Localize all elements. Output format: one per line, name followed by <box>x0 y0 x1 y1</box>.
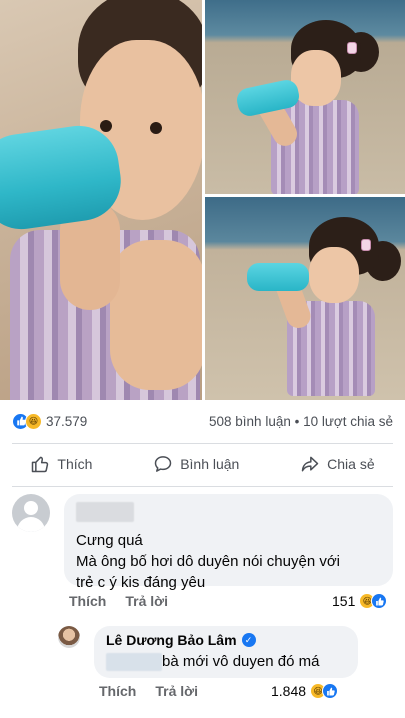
divider <box>12 486 393 487</box>
share-arrow-icon <box>301 456 319 472</box>
comment-reply-link[interactable]: Trả lời <box>125 593 168 609</box>
divider <box>12 443 393 444</box>
comment-bubble: Lê Dương Bảo Lâm ✓ bà mới vô duyen đó má <box>94 626 358 678</box>
comment-reactions[interactable]: 151 😆 <box>332 593 388 609</box>
hair-clip-icon <box>361 239 371 251</box>
like-button-label: Thích <box>57 456 93 472</box>
comment-button-label: Bình luận <box>180 456 240 472</box>
haha-reaction-icon: 😆 <box>25 412 42 430</box>
like-reaction-icon <box>371 593 388 609</box>
hair-clip-icon <box>347 42 357 54</box>
comment-text: bà mới vô duyen đó má <box>106 651 346 672</box>
blurred-author-name <box>76 502 134 522</box>
verified-badge-icon: ✓ <box>241 633 256 647</box>
post-photo-grid[interactable] <box>0 0 405 400</box>
comment-meta: Thích Trả lời <box>69 593 168 609</box>
comment: Cưng quá Mà ông bố hơi dô duyên nói chuy… <box>12 494 393 591</box>
reply-reaction-count: 1.848 <box>271 683 307 699</box>
comment-bubble-icon <box>154 456 172 472</box>
reaction-icons[interactable]: 😆 <box>12 412 42 430</box>
comment-meta: Thích Trả lời <box>99 683 198 699</box>
thumbs-up-icon <box>32 456 49 473</box>
comment-text: Cưng quá Mà ông bố hơi dô duyên nói chuy… <box>76 532 341 591</box>
reply-author[interactable]: Lê Dương Bảo Lâm ✓ <box>106 632 346 648</box>
reactions-count[interactable]: 37.579 <box>46 414 87 429</box>
post-photo-bottom-right[interactable] <box>205 197 405 400</box>
post-photo-main[interactable] <box>0 0 202 400</box>
comment-button[interactable]: Bình luận <box>143 448 249 480</box>
share-button-label: Chia sẻ <box>327 456 375 472</box>
reactions-summary: 😆 37.579 508 bình luận • 10 lượt chia sẻ <box>0 400 405 442</box>
like-button[interactable]: Thích <box>20 448 102 480</box>
share-button[interactable]: Chia sẻ <box>290 448 384 480</box>
reply-comment: Lê Dương Bảo Lâm ✓ bà mới vô duyen đó má <box>58 626 358 678</box>
comment-like-link[interactable]: Thích <box>69 593 106 609</box>
comment-bubble: Cưng quá Mà ông bố hơi dô duyên nói chuy… <box>64 494 393 591</box>
avatar[interactable] <box>58 626 80 648</box>
reply-reply-link[interactable]: Trả lời <box>155 683 198 699</box>
comment-reaction-count: 151 <box>332 593 356 609</box>
reply-reactions[interactable]: 1.848 😆 <box>271 683 339 699</box>
avatar[interactable] <box>12 494 50 532</box>
like-reaction-icon <box>322 683 339 699</box>
comments-shares-count[interactable]: 508 bình luận • 10 lượt chia sẻ <box>209 414 393 429</box>
blurred-mention <box>106 653 162 672</box>
post-photo-top-right[interactable] <box>205 0 405 194</box>
reply-like-link[interactable]: Thích <box>99 683 136 699</box>
post-action-bar: Thích Bình luận Chia sẻ <box>0 446 405 482</box>
water-bottle <box>247 263 309 291</box>
